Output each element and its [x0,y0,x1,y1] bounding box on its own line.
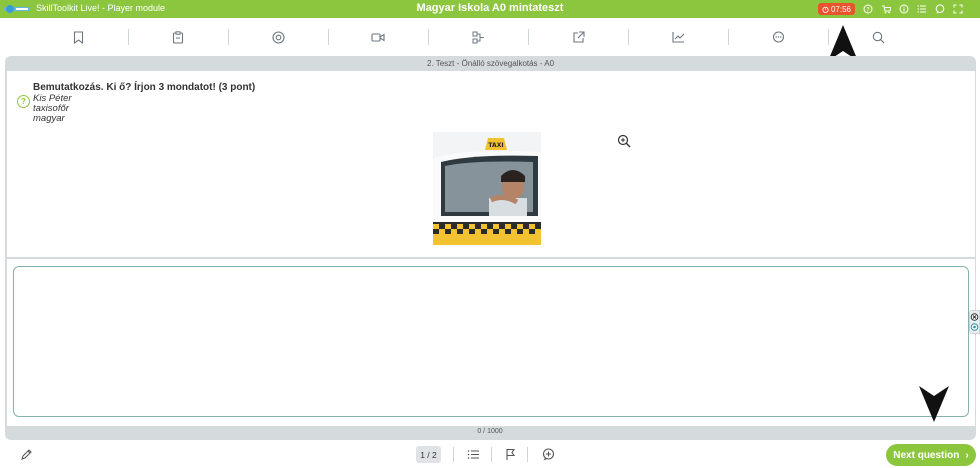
answer-textarea[interactable] [13,266,969,417]
top-bar: SkillToolkit Live! - Player module Magya… [0,0,980,18]
timer-value: 07:56 [830,4,852,14]
tool-record[interactable] [228,26,328,48]
tool-comment[interactable] [728,26,828,48]
next-question-label: Next question [893,449,960,461]
answer-panel [7,259,975,426]
question-icon[interactable]: ? [862,3,874,15]
taxi-sign-label: TAXI [488,142,503,149]
video-icon [371,32,385,42]
tool-bookmark[interactable] [28,26,128,48]
list-icon[interactable] [916,3,928,15]
pencil-icon[interactable] [20,448,33,461]
question-list-icon[interactable] [467,448,480,461]
flag-icon[interactable] [504,448,517,461]
tool-video[interactable] [328,26,428,48]
info-icon[interactable] [898,3,910,15]
question-type-icon: ? [17,95,30,108]
stopwatch-icon [822,6,829,13]
tool-external-link[interactable] [528,26,628,48]
tool-chart[interactable] [628,26,728,48]
chat-icon[interactable] [934,3,946,15]
side-panel-tab[interactable] [969,310,980,334]
comment-icon [772,30,784,43]
divider [527,447,528,462]
add-comment-icon[interactable] [542,448,555,461]
flow-icon [472,31,484,43]
close-icon [970,313,979,331]
cart-icon[interactable] [880,3,892,15]
question-title: Bemutatkozás. Ki ő? Írjon 3 mondatot! (3… [33,82,256,93]
svg-text:?: ? [866,7,869,14]
search-icon [872,31,884,43]
tool-clipboard[interactable] [128,26,228,48]
page-indicator[interactable]: 1 / 2 [416,446,441,463]
question-line: magyar [33,113,65,124]
zoom-in-icon[interactable] [617,134,631,148]
clipboard-icon [172,30,184,44]
question-panel: ? Bemutatkozás. Ki ő? Írjon 3 mondatot! … [7,71,975,257]
bottom-bar: 1 / 2 Next question › [0,440,980,468]
external-link-icon [572,30,585,43]
divider [491,447,492,462]
divider [453,447,454,462]
record-icon [271,30,285,44]
section-title: 2. Teszt - Önálló szövegalkotás - A0 [426,59,555,68]
tool-flow[interactable] [428,26,528,48]
taxi-driver-image[interactable]: TAXI [433,132,541,245]
chart-icon [671,32,684,43]
chevron-right-icon: › [965,449,969,461]
toolbar [28,26,928,48]
next-question-button[interactable]: Next question › [886,444,976,466]
timer-badge: 07:56 [818,3,855,15]
character-counter: 0 / 1000 [477,428,503,435]
fullscreen-icon[interactable] [952,3,964,15]
bookmark-icon [73,30,83,44]
arrow-down-icon [919,386,949,422]
